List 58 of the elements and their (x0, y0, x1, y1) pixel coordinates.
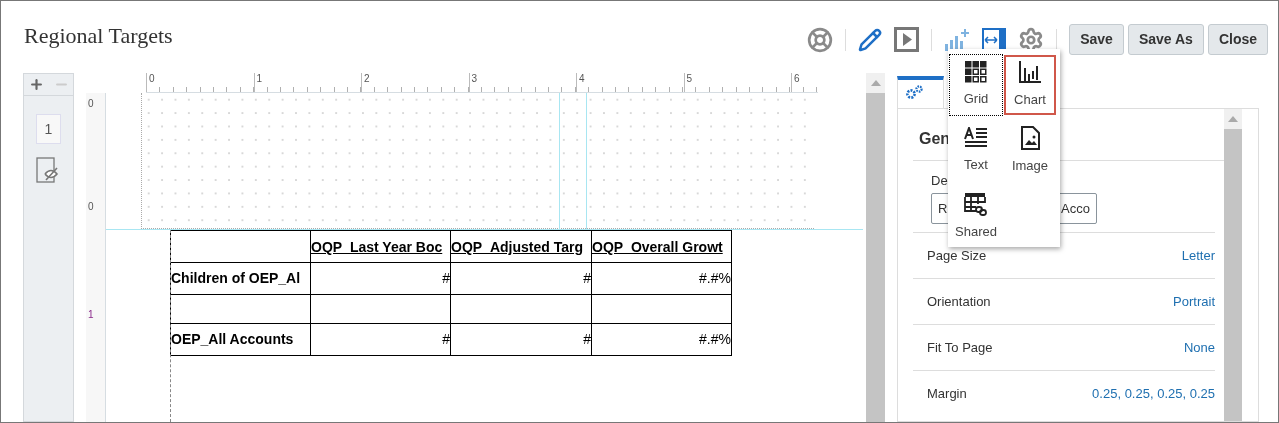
ruler-label: 1 (256, 73, 263, 84)
bar-chart-icon (1018, 60, 1042, 85)
property-label: Fit To Page (927, 338, 993, 357)
column-header: OQP_Adjusted Targ (450, 230, 592, 263)
ruler-label: 5 (686, 73, 693, 84)
menu-item[interactable]: Grid (950, 55, 1002, 115)
row-header: Children of OEP_Al (170, 262, 311, 295)
toolbar-button[interactable]: Close (1207, 24, 1268, 55)
toolbar-button[interactable]: Save (1069, 24, 1124, 55)
field-label: De (931, 172, 949, 190)
ruler-label: 6 (794, 73, 800, 84)
property-value[interactable]: Letter (1181, 245, 1215, 266)
text-icon (964, 127, 988, 150)
ruler-label: 0 (88, 98, 94, 109)
pencil-icon[interactable] (858, 27, 883, 52)
property-value[interactable]: None (1183, 337, 1215, 358)
ruler-label: 0 (88, 201, 94, 212)
field-value: R (938, 199, 948, 218)
page-thumbnail[interactable]: 1 (36, 114, 61, 144)
ruler-label: 1 (88, 309, 94, 320)
ruler-label: 2 (364, 73, 370, 84)
property-value[interactable]: Portrait (1173, 291, 1215, 312)
fit-width-icon[interactable] (982, 27, 1007, 52)
gears-icon (906, 85, 924, 99)
add-page-icon[interactable] (28, 77, 44, 92)
image-file-icon (1020, 126, 1040, 151)
scroll-up-icon[interactable] (1228, 116, 1238, 122)
table-cell: # (310, 262, 451, 295)
table-cell: #.#% (591, 262, 732, 295)
toolbar-button[interactable]: Save As (1127, 24, 1204, 55)
play-icon[interactable] (894, 27, 920, 52)
panel-scrollbar[interactable] (1224, 109, 1242, 421)
column-header: OQP_Overall Growt (591, 230, 732, 263)
ruler-label: 4 (579, 73, 585, 84)
menu-item[interactable]: Shared (950, 187, 1002, 247)
field-value: Acco (1061, 199, 1090, 218)
property-label: Page Size (927, 246, 987, 265)
row-header: OEP_All Accounts (170, 323, 311, 356)
page-title: Regional Targets (24, 22, 173, 50)
table-cell: #.#% (591, 323, 732, 356)
table-cell: # (310, 323, 451, 356)
column-header: OQP_Last Year Boc (310, 230, 451, 263)
menu-item[interactable]: Image (1004, 121, 1056, 181)
table-cell: # (450, 323, 592, 356)
property-value[interactable]: 0.25, 0.25, 0.25, 0.25 (1092, 383, 1215, 404)
properties-tab[interactable] (897, 76, 944, 108)
ruler-label: 0 (149, 73, 155, 84)
canvas-scrollbar[interactable] (866, 73, 885, 422)
menu-item[interactable]: Text (950, 121, 1002, 181)
scroll-up-icon[interactable] (870, 80, 881, 86)
property-label: Margin (927, 384, 967, 403)
property-label: Orientation (927, 292, 991, 311)
linked-table-icon (964, 192, 988, 217)
menu-item[interactable]: Chart (1004, 55, 1056, 115)
help-icon[interactable] (807, 26, 834, 53)
ruler-label: 3 (471, 73, 478, 84)
grid-icon (965, 61, 987, 84)
table-cell: # (450, 262, 592, 295)
